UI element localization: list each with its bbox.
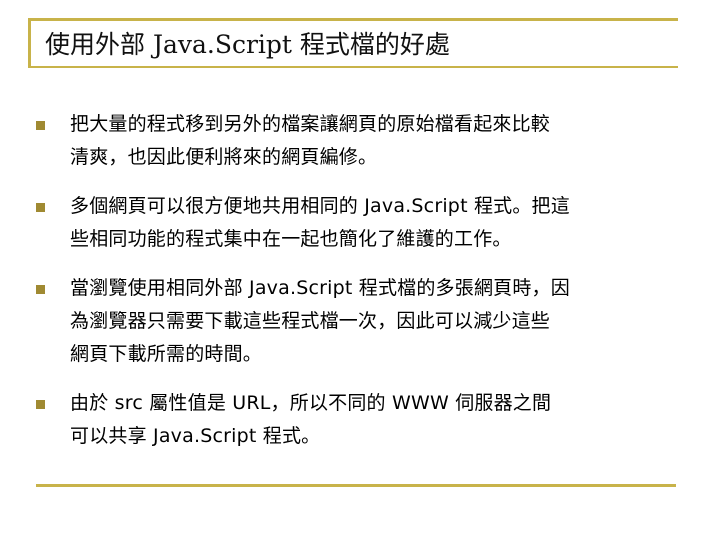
bullet-text-line: 網頁下載所需的時間。 xyxy=(70,343,263,365)
bullet-text-line: 把大量的程式移到另外的檔案讓網頁的原始檔看起來比較 xyxy=(70,113,551,135)
bullet-text-line: 清爽，也因此便利將來的網頁編修。 xyxy=(70,146,378,168)
square-bullet-icon xyxy=(36,203,45,212)
bullet-text-line: 為瀏覽器只需要下載這些程式檔一次，因此可以減少這些 xyxy=(70,310,551,332)
bullet-item: 多個網頁可以很方便地共用相同的 Java.Script 程式。把這 些相同功能的… xyxy=(36,190,686,256)
square-bullet-icon xyxy=(36,121,45,130)
bullet-item: 把大量的程式移到另外的檔案讓網頁的原始檔看起來比較 清爽，也因此便利將來的網頁編… xyxy=(36,108,686,174)
square-bullet-icon xyxy=(36,285,45,294)
bullet-text-line: 可以共享 Java.Script 程式。 xyxy=(70,425,321,447)
bullet-text-line: 當瀏覽使用相同外部 Java.Script 程式檔的多張網頁時，因 xyxy=(70,277,570,299)
bullet-text-line: 由於 src 屬性值是 URL，所以不同的 WWW 伺服器之間 xyxy=(70,392,552,414)
title-frame: 使用外部 Java.Script 程式檔的好處 xyxy=(28,18,678,68)
bullet-list: 把大量的程式移到另外的檔案讓網頁的原始檔看起來比較 清爽，也因此便利將來的網頁編… xyxy=(36,108,686,469)
square-bullet-icon xyxy=(36,400,45,409)
bottom-divider xyxy=(36,484,676,487)
bullet-item: 由於 src 屬性值是 URL，所以不同的 WWW 伺服器之間 可以共享 Jav… xyxy=(36,387,686,453)
bullet-text-line: 多個網頁可以很方便地共用相同的 Java.Script 程式。把這 xyxy=(70,195,570,217)
bullet-text-line: 些相同功能的程式集中在一起也簡化了維護的工作。 xyxy=(70,228,512,250)
slide-title: 使用外部 Java.Script 程式檔的好處 xyxy=(45,30,450,59)
bullet-item: 當瀏覽使用相同外部 Java.Script 程式檔的多張網頁時，因 為瀏覽器只需… xyxy=(36,272,686,371)
